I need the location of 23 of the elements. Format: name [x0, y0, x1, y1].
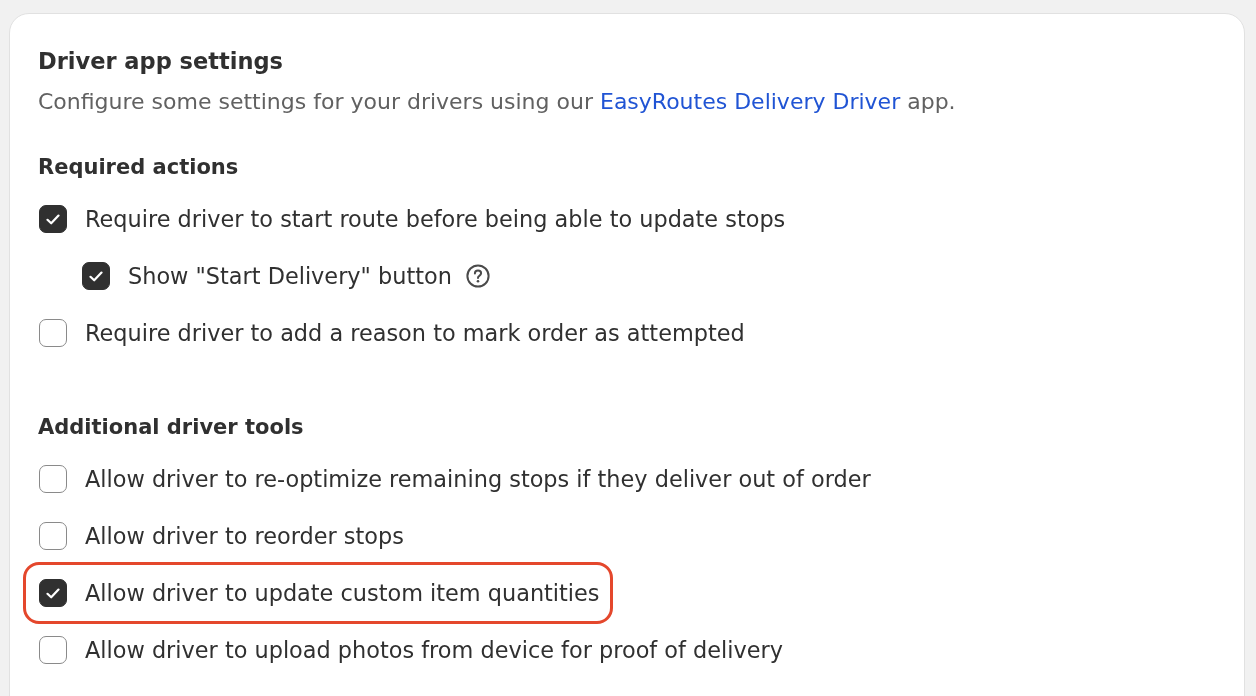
option-label: Allow driver to update custom item quantities [85, 579, 600, 608]
option-label: Require driver to add a reason to mark order as attempted [85, 319, 745, 348]
checkbox[interactable] [39, 319, 67, 347]
checkbox[interactable] [39, 579, 67, 607]
checkbox[interactable] [39, 636, 67, 664]
app-link[interactable]: EasyRoutes Delivery Driver [600, 89, 901, 114]
checkmark-icon [46, 587, 60, 599]
section-heading: Required actions [38, 154, 240, 180]
option-label: Show "Start Delivery" button [128, 262, 452, 291]
checkbox[interactable] [39, 465, 67, 493]
help-icon[interactable] [465, 264, 490, 288]
card-title: Driver app settings [38, 47, 284, 75]
checkmark-icon [46, 213, 60, 225]
checkbox[interactable] [82, 262, 110, 290]
option-label: Allow driver to upload photos from device for proof of delivery [85, 636, 783, 665]
option-label: Allow driver to re-optimize remaining stops if they deliver out of order [85, 465, 871, 494]
description-text: Configure some settings for your drivers using our EasyRoutes Delivery Driver app. [38, 88, 957, 116]
checkmark-icon [89, 270, 103, 282]
option-label: Require driver to start route before being able to update stops [85, 205, 786, 234]
checkbox[interactable] [39, 205, 67, 233]
option-label: Allow driver to reorder stops [85, 522, 404, 551]
checkbox[interactable] [39, 522, 67, 550]
section-heading: Additional driver tools [38, 414, 305, 440]
